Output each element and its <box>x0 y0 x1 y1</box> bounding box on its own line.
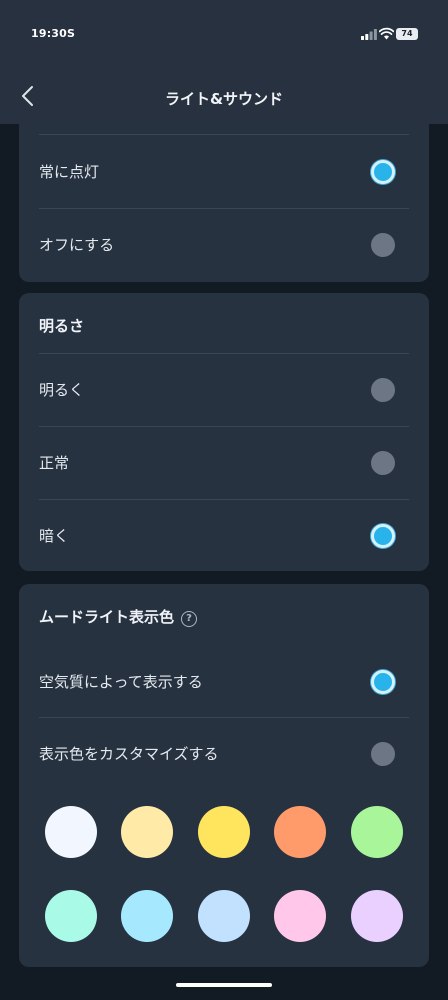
option-label: 正常 <box>39 454 70 472</box>
option-air-quality[interactable]: 空気質によって表示する <box>19 646 429 718</box>
option-label: 明るく <box>39 381 85 399</box>
radio-button-selected[interactable] <box>371 524 395 548</box>
option-label: 暗く <box>39 527 70 545</box>
section-title-text: ムードライト表示色 <box>39 608 175 626</box>
color-swatch[interactable] <box>121 806 173 858</box>
option-label: 常に点灯 <box>39 163 100 181</box>
option-label: 空気質によって表示する <box>39 673 203 691</box>
option-bright[interactable]: 明るく <box>19 354 429 426</box>
wifi-icon <box>379 27 394 40</box>
mood-light-card: ムードライト表示色? 空気質によって表示する 表示色をカスタマイズする <box>19 584 429 967</box>
color-swatch[interactable] <box>121 890 173 942</box>
brightness-card: 明るさ 明るく 正常 暗く <box>19 293 429 571</box>
status-time: 19:30 <box>31 27 68 40</box>
signal-icon <box>361 29 377 40</box>
option-label: オフにする <box>39 236 115 254</box>
divider <box>39 134 409 135</box>
color-swatch[interactable] <box>45 890 97 942</box>
radio-button-selected[interactable] <box>371 160 395 184</box>
color-swatch[interactable] <box>45 806 97 858</box>
option-normal[interactable]: 正常 <box>19 427 429 499</box>
option-always-on[interactable]: 常に点灯 <box>19 136 429 208</box>
page-title: ライト&サウンド <box>164 90 284 108</box>
color-swatch[interactable] <box>274 890 326 942</box>
carrier-indicator: S <box>67 27 75 40</box>
section-title-brightness: 明るさ <box>39 317 85 335</box>
option-turn-off[interactable]: オフにする <box>19 209 429 281</box>
radio-button[interactable] <box>371 742 395 766</box>
color-swatch[interactable] <box>198 890 250 942</box>
color-swatch[interactable] <box>274 806 326 858</box>
home-indicator <box>176 983 272 987</box>
color-swatch[interactable] <box>198 806 250 858</box>
radio-button[interactable] <box>371 451 395 475</box>
option-dark[interactable]: 暗く <box>19 500 429 571</box>
question-circle-icon[interactable]: ? <box>181 611 198 627</box>
battery-icon: 74 <box>396 28 418 40</box>
option-label: 表示色をカスタマイズする <box>39 745 219 763</box>
section-title-mood-light: ムードライト表示色? <box>39 584 198 646</box>
option-customize-color[interactable]: 表示色をカスタマイズする <box>19 718 429 790</box>
color-swatch[interactable] <box>351 806 403 858</box>
radio-button-selected[interactable] <box>371 670 395 694</box>
chevron-left-icon[interactable] <box>14 82 42 110</box>
app-header: ライト&サウンド <box>0 68 448 124</box>
display-mode-card: 常に点灯 オフにする <box>19 124 429 282</box>
status-bar: 19:30 S 74 <box>0 0 448 68</box>
radio-button[interactable] <box>371 233 395 257</box>
radio-button[interactable] <box>371 378 395 402</box>
color-swatch[interactable] <box>351 890 403 942</box>
